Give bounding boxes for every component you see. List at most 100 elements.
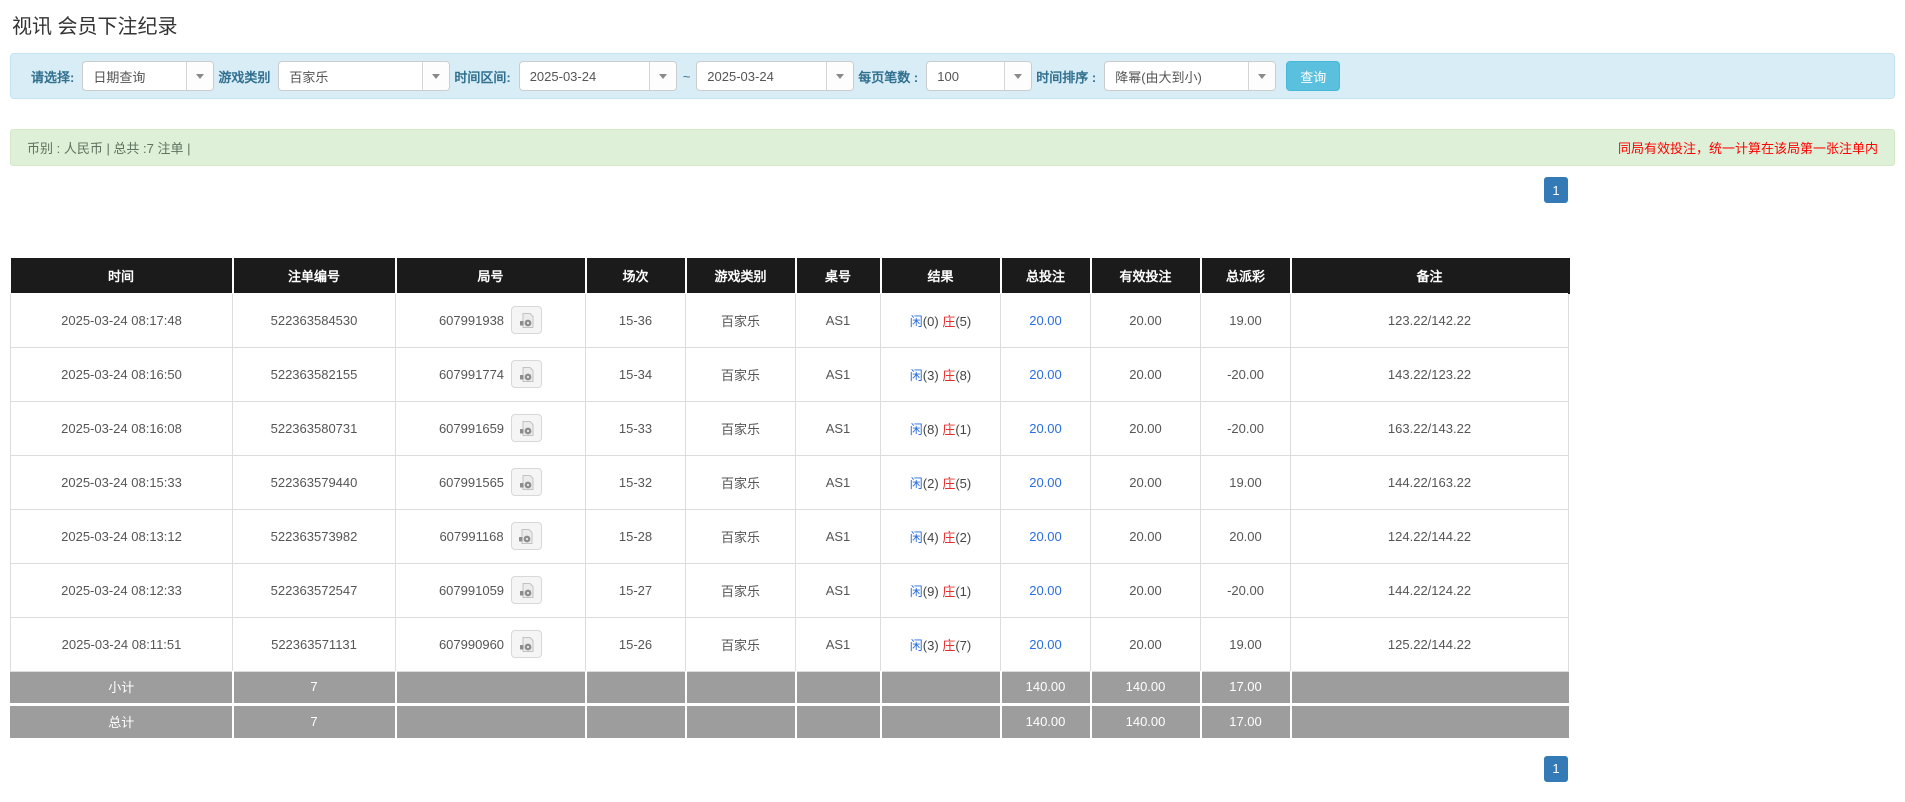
result-banker-score: (1) [955, 583, 972, 599]
chevron-down-icon [826, 62, 854, 90]
cell-time: 2025-03-24 08:15:33 [10, 454, 233, 510]
video-replay-button[interactable] [511, 360, 543, 388]
result-player: 闲 [909, 475, 923, 491]
table-row: 2025-03-24 08:13:12 522363573982 6079911… [10, 508, 1569, 564]
total-bet-link[interactable]: 20.00 [1029, 529, 1062, 544]
total-bet-link[interactable]: 20.00 [1029, 367, 1062, 382]
date-from-select[interactable]: 2025-03-24 [518, 61, 677, 91]
cell-valid-bet: 20.00 [1090, 292, 1201, 348]
query-type-select[interactable]: 日期查询 [82, 61, 215, 91]
round-id-value: 607990960 [438, 636, 505, 652]
cell-result: 闲(4) 庄(2) [880, 508, 1001, 564]
pagination-page-1[interactable]: 1 [1544, 755, 1568, 782]
cell-time: 2025-03-24 08:16:50 [10, 346, 233, 402]
cell-table-no: AS1 [795, 400, 881, 456]
pagination-page-1[interactable]: 1 [1544, 177, 1568, 203]
total-total-bet: 140.00 [1000, 705, 1092, 738]
chevron-down-icon [1248, 62, 1276, 90]
video-replay-button[interactable] [510, 522, 542, 550]
cell-table-no: AS1 [795, 292, 881, 348]
cell-bet-id: 522363582155 [232, 346, 396, 402]
cell-game: 百家乐 [685, 508, 796, 564]
total-bet-link[interactable]: 20.00 [1029, 583, 1062, 598]
cell-table-no: AS1 [795, 346, 881, 402]
chevron-down-icon [648, 62, 676, 90]
cell-valid-bet: 20.00 [1090, 508, 1201, 564]
chevron-down-icon [186, 62, 214, 90]
result-player: 闲 [909, 583, 923, 599]
game-type-select[interactable]: 百家乐 [278, 61, 451, 91]
cell-game: 百家乐 [685, 292, 796, 348]
cell-bet-id: 522363584530 [232, 292, 396, 348]
header-payout: 总派彩 [1200, 258, 1292, 294]
result-player-score: (4) [922, 529, 939, 545]
result-player: 闲 [909, 421, 923, 437]
video-replay-button[interactable] [511, 414, 543, 442]
cell-total-bet: 20.00 [1000, 400, 1091, 456]
pagination-bottom: 1 [10, 755, 1568, 782]
bets-table: 时间 注单编号 局号 场次 游戏类别 桌号 结果 总投注 有效投注 总派彩 备注… [10, 258, 1570, 738]
result-banker-score: (8) [955, 367, 972, 383]
query-type-label: 请选择: [31, 69, 75, 85]
total-bet-link[interactable]: 20.00 [1029, 313, 1062, 328]
cell-game: 百家乐 [685, 454, 796, 510]
video-file-icon [519, 420, 534, 436]
cell-bet-id: 522363579440 [232, 454, 396, 510]
cell-table-no: AS1 [795, 616, 881, 672]
total-row: 总计 7 140.00 140.00 17.00 [10, 705, 1569, 738]
result-banker: 庄 [942, 475, 956, 491]
result-banker: 庄 [942, 313, 956, 329]
cell-session: 15-33 [585, 400, 686, 456]
cell-round-id: 607991774 [395, 346, 586, 402]
cell-valid-bet: 20.00 [1090, 562, 1201, 618]
result-player: 闲 [909, 637, 923, 653]
header-result: 结果 [880, 258, 1002, 294]
video-replay-button[interactable] [511, 306, 543, 334]
result-banker-score: (2) [955, 529, 972, 545]
cell-payout: -20.00 [1200, 346, 1291, 402]
total-bet-link[interactable]: 20.00 [1029, 637, 1062, 652]
date-to-select[interactable]: 2025-03-24 [696, 61, 855, 91]
cell-round-id: 607990960 [395, 616, 586, 672]
cell-bet-id: 522363580731 [232, 400, 396, 456]
video-replay-button[interactable] [511, 630, 543, 658]
video-file-icon [519, 636, 534, 652]
header-total-bet: 总投注 [1000, 258, 1092, 294]
header-valid-bet: 有效投注 [1090, 258, 1202, 294]
video-replay-button[interactable] [511, 468, 543, 496]
cell-session: 15-26 [585, 616, 686, 672]
game-type-label: 游戏类别 [218, 69, 271, 85]
summary-bar: 币别 : 人民币 | 总共 :7 注单 | 同局有效投注，统一计算在该局第一张注… [10, 129, 1895, 166]
header-bet-id: 注单编号 [232, 258, 397, 294]
cell-game: 百家乐 [685, 400, 796, 456]
time-sort-select[interactable]: 降幂(由大到小) [1104, 61, 1277, 91]
cell-result: 闲(3) 庄(7) [880, 616, 1001, 672]
result-banker-score: (7) [955, 637, 972, 653]
cell-time: 2025-03-24 08:13:12 [10, 508, 233, 564]
cell-total-bet: 20.00 [1000, 292, 1091, 348]
same-round-notice: 同局有效投注，统一计算在该局第一张注单内 [1617, 141, 1878, 156]
round-id-value: 607991774 [438, 366, 505, 382]
date-to-value: 2025-03-24 [707, 68, 774, 84]
cell-valid-bet: 20.00 [1090, 346, 1201, 402]
page-size-select[interactable]: 100 [926, 61, 1033, 91]
round-id-value: 607991565 [438, 474, 505, 490]
cell-session: 15-27 [585, 562, 686, 618]
total-bet-link[interactable]: 20.00 [1029, 475, 1062, 490]
cell-bet-id: 522363571131 [232, 616, 396, 672]
cell-remark: 125.22/144.22 [1290, 616, 1569, 672]
result-player-score: (0) [922, 313, 939, 329]
cell-total-bet: 20.00 [1000, 346, 1091, 402]
cell-game: 百家乐 [685, 562, 796, 618]
subtotal-payout: 17.00 [1200, 670, 1292, 703]
total-bet-link[interactable]: 20.00 [1029, 421, 1062, 436]
subtotal-row: 小计 7 140.00 140.00 17.00 [10, 670, 1569, 703]
cell-round-id: 607991168 [395, 508, 586, 564]
result-banker: 庄 [942, 367, 956, 383]
cell-remark: 144.22/163.22 [1290, 454, 1569, 510]
header-game-type: 游戏类别 [685, 258, 797, 294]
query-button[interactable]: 查询 [1286, 61, 1341, 91]
header-session: 场次 [585, 258, 687, 294]
result-banker-score: (5) [955, 313, 972, 329]
video-replay-button[interactable] [511, 576, 543, 604]
